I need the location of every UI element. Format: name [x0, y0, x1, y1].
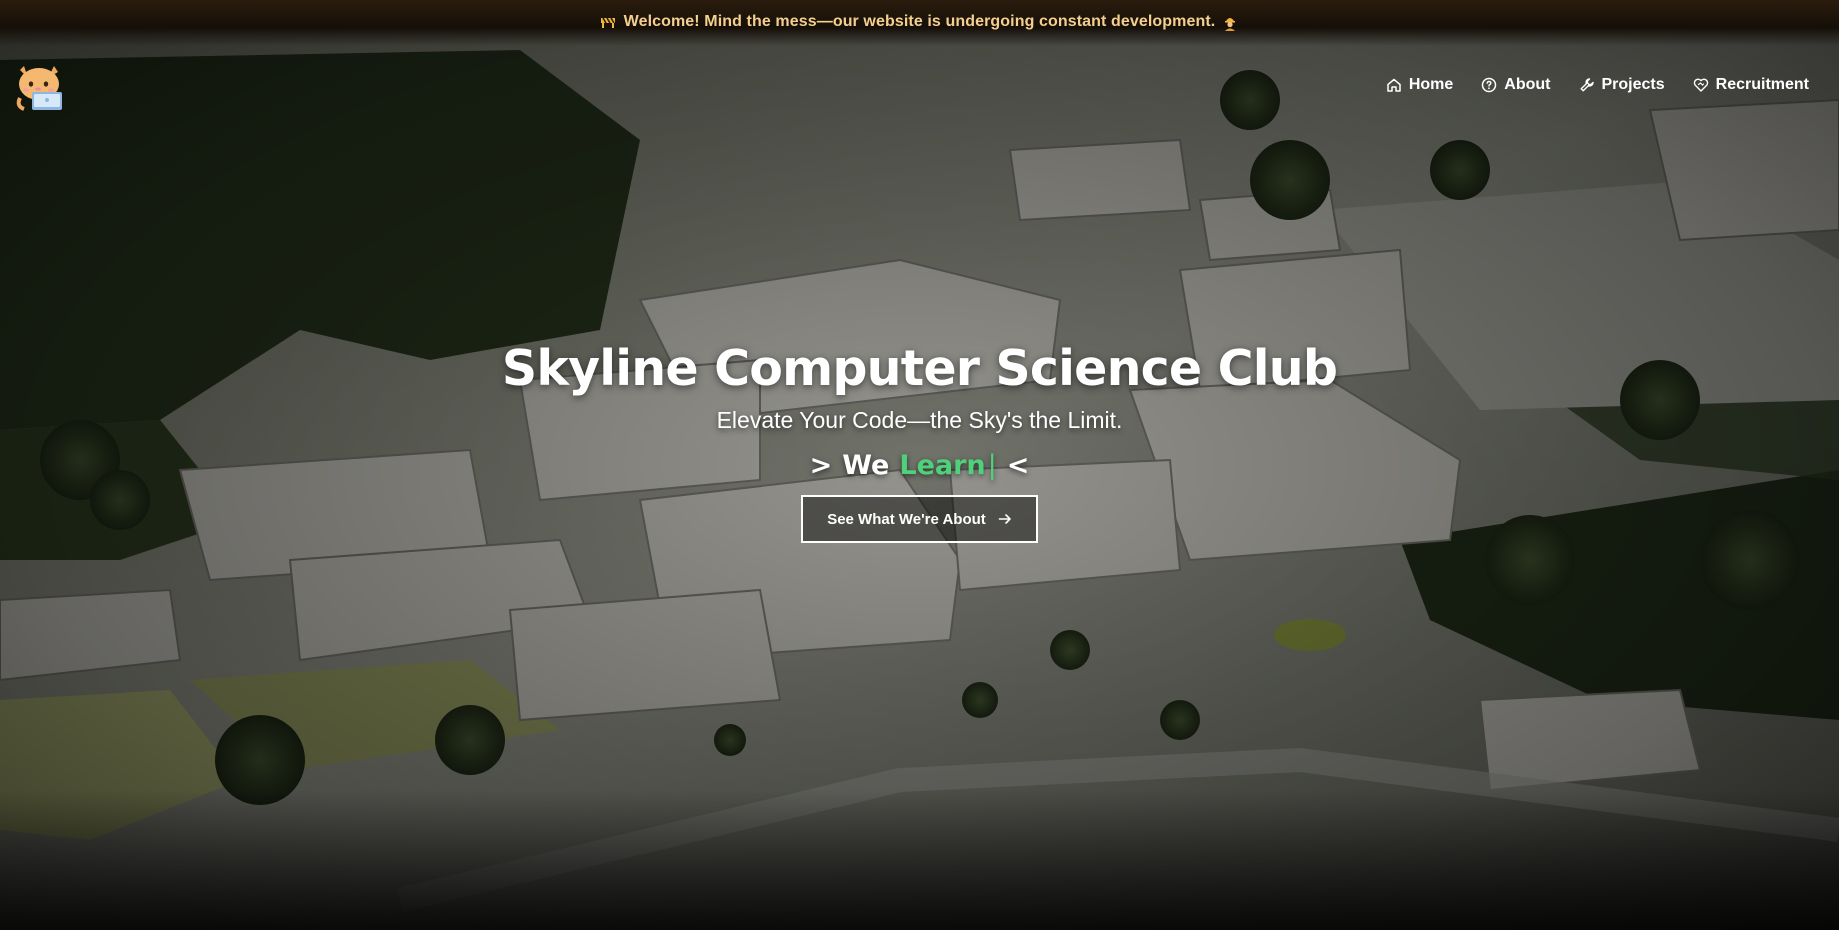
cta-wrapper: See What We're About — [0, 495, 1839, 543]
home-icon — [1386, 77, 1402, 93]
typer-close-bracket: < — [1006, 450, 1030, 481]
nav-link-home[interactable]: Home — [1386, 76, 1453, 94]
nav-link-home-label: Home — [1408, 76, 1454, 93]
announcement-content: Welcome! Mind the mess—our website is un… — [600, 13, 1240, 31]
typer-prefix: We — [842, 450, 890, 481]
cat-with-laptop-logo[interactable] — [14, 62, 68, 112]
heart-handshake-icon — [1693, 77, 1709, 93]
page: Welcome! Mind the mess—our website is un… — [0, 0, 1839, 930]
hero-bottom-fade — [0, 790, 1839, 930]
nav-link-projects[interactable]: Projects — [1579, 76, 1665, 94]
nav-link-projects-label: Projects — [1601, 76, 1665, 93]
announcement-bar: Welcome! Mind the mess—our website is un… — [0, 0, 1839, 46]
nav-link-recruitment-label: Recruitment — [1715, 76, 1809, 93]
typer-word: Learn — [899, 450, 986, 481]
nav-links: Home About Projects Recruitment — [1386, 76, 1809, 94]
typewriter-line: > We Learn | < — [810, 450, 1030, 481]
typer-open-bracket: > — [809, 450, 833, 481]
construction-worker-icon — [1223, 15, 1239, 31]
top-navbar: Home About Projects Recruitment — [0, 56, 1839, 116]
nav-link-about[interactable]: About — [1481, 76, 1551, 94]
hero-section: Skyline Computer Science Club Elevate Yo… — [0, 340, 1839, 543]
typer-caret: | — [987, 450, 997, 481]
question-circle-icon — [1481, 77, 1497, 93]
nav-link-recruitment[interactable]: Recruitment — [1693, 76, 1809, 94]
wrench-icon — [1579, 77, 1595, 93]
arrow-right-icon — [998, 512, 1012, 526]
see-what-were-about-button[interactable]: See What We're About — [801, 495, 1038, 543]
announcement-text: Welcome! Mind the mess—our website is un… — [623, 13, 1216, 30]
cta-label: See What We're About — [827, 510, 986, 528]
nav-link-about-label: About — [1504, 76, 1551, 93]
construction-barrier-icon — [600, 15, 616, 29]
hero-subtitle: Elevate Your Code—the Sky's the Limit. — [716, 407, 1123, 433]
hero-title: Skyline Computer Science Club — [501, 340, 1338, 397]
